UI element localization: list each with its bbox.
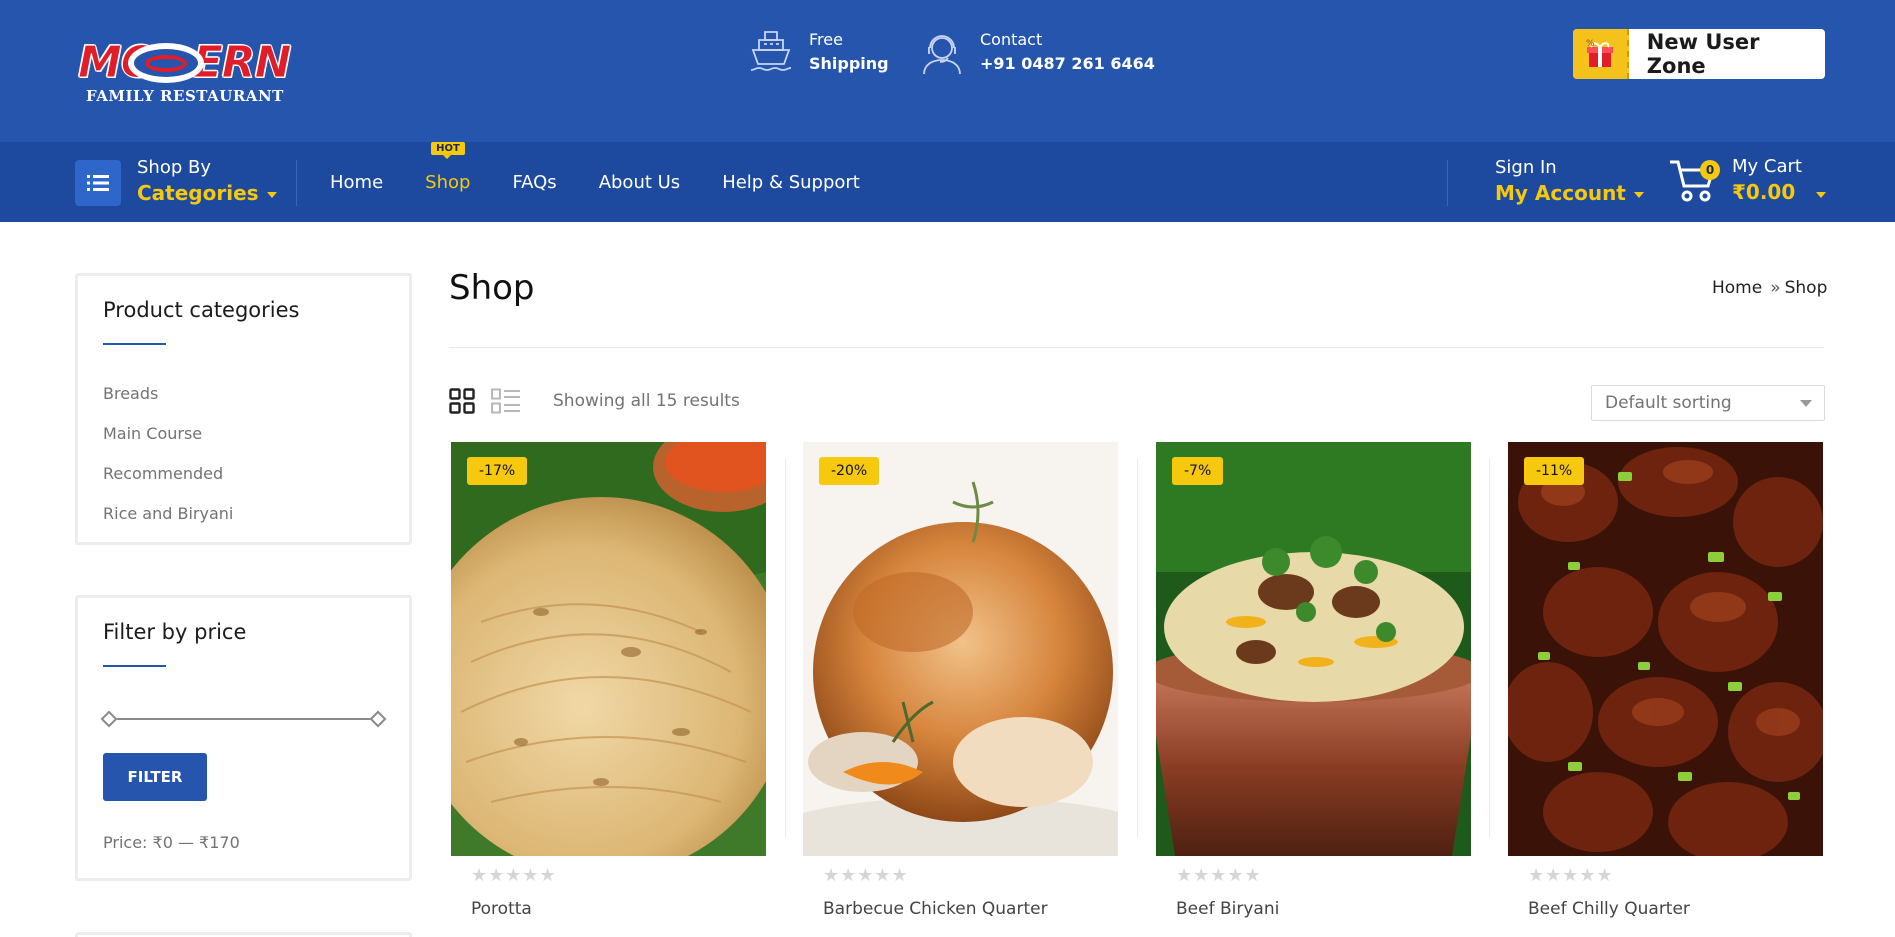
shop-by-label: Shop By — [137, 157, 211, 178]
categories-label: Categories — [137, 181, 259, 205]
sidebar-widget — [75, 932, 412, 937]
category-link[interactable]: Main Course — [103, 414, 233, 454]
main-navbar: Shop By Categories Home HOT Shop FAQs Abo… — [0, 141, 1895, 222]
breadcrumb: Home » Shop — [1712, 278, 1827, 298]
shipping-line2: Shipping — [809, 54, 889, 73]
chevron-down-icon — [1633, 191, 1644, 198]
product-image[interactable]: -17% — [451, 442, 766, 856]
contact-phone[interactable]: +91 0487 261 6464 — [980, 52, 1155, 76]
product-card[interactable]: -20% ★★★★★ Barbecue Chicken Quarter — [803, 442, 1118, 937]
list-view-icon[interactable] — [491, 388, 521, 414]
price-max-handle[interactable] — [369, 710, 387, 728]
logo-subtitle: FAMILY RESTAURANT — [86, 87, 284, 105]
svg-text:%: % — [1586, 39, 1595, 49]
categories-menu-button[interactable] — [75, 160, 121, 206]
product-separator — [1137, 458, 1138, 838]
chevron-down-icon — [1816, 192, 1826, 198]
results-count: Showing all 15 results — [553, 391, 740, 411]
product-image[interactable]: -11% — [1508, 442, 1823, 856]
nav-link-home[interactable]: Home — [330, 172, 383, 193]
discount-badge: -17% — [467, 457, 528, 485]
chevron-down-icon — [266, 191, 277, 198]
contact-info[interactable]: Contact +91 0487 261 6464 — [918, 28, 1155, 76]
new-user-zone-button[interactable]: % New User Zone — [1573, 29, 1825, 79]
chevron-down-icon — [1800, 400, 1812, 407]
category-link[interactable]: Breads — [103, 374, 233, 414]
product-image[interactable]: -20% — [803, 442, 1118, 856]
discount-badge: -7% — [1172, 457, 1224, 485]
category-link[interactable]: Recommended — [103, 454, 233, 494]
free-shipping-info: Free Shipping — [747, 28, 889, 76]
product-categories-widget: Product categories Breads Main Course Re… — [75, 273, 412, 545]
price-filter-widget: Filter by price FILTER Price: ₹0 — ₹170 — [75, 595, 412, 881]
product-card[interactable]: -17% ★★★★★ Porotta — [451, 442, 766, 937]
list-menu-icon — [87, 175, 109, 191]
nav-link-help-support[interactable]: Help & Support — [722, 172, 860, 193]
widget-title: Filter by price — [103, 620, 247, 644]
grid-view-icon[interactable] — [449, 388, 475, 414]
nav-divider — [296, 160, 297, 206]
product-name[interactable]: Barbecue Chicken Quarter — [823, 899, 1048, 919]
nav-link-about-us[interactable]: About Us — [599, 172, 681, 193]
page-title: Shop — [449, 268, 535, 308]
my-account-label: My Account — [1495, 181, 1626, 205]
shop-by-categories-dropdown[interactable]: Shop By Categories — [137, 156, 277, 206]
star-rating: ★★★★★ — [823, 865, 909, 886]
category-list: Breads Main Course Recommended Rice and … — [103, 374, 233, 534]
gift-icon: % — [1573, 29, 1629, 79]
discount-badge: -20% — [819, 457, 880, 485]
restaurant-logo[interactable]: MODERN FAMILY RESTAURANT — [78, 39, 306, 110]
ship-icon — [750, 31, 792, 71]
sorting-select[interactable]: Default sorting — [1591, 385, 1825, 421]
title-underline — [103, 665, 166, 667]
product-separator — [785, 458, 786, 838]
logo-ring-graphic — [128, 43, 204, 83]
breadcrumb-home[interactable]: Home — [1712, 278, 1762, 298]
breadcrumb-current: Shop — [1784, 278, 1828, 298]
nav-divider — [1447, 160, 1448, 206]
cart-total: ₹0.00 — [1732, 180, 1796, 204]
sign-in-label: Sign In — [1495, 157, 1557, 178]
product-name[interactable]: Porotta — [471, 899, 532, 919]
cart-dropdown[interactable]: 0 My Cart ₹0.00 — [1668, 154, 1828, 210]
discount-badge: -11% — [1524, 457, 1585, 485]
new-user-zone-label: New User Zone — [1646, 30, 1760, 78]
nav-link-shop[interactable]: HOT Shop — [425, 141, 471, 193]
support-agent-icon — [923, 35, 961, 75]
nav-links: Home HOT Shop FAQs About Us Help & Suppor… — [330, 141, 902, 222]
hot-badge: HOT — [431, 141, 465, 159]
product-name[interactable]: Beef Biryani — [1176, 899, 1279, 919]
product-card[interactable]: -11% ★★★★★ Beef Chilly Quarter — [1508, 442, 1823, 937]
star-rating: ★★★★★ — [1176, 865, 1262, 886]
product-image[interactable]: -7% — [1156, 442, 1471, 856]
shipping-line1: Free — [809, 30, 843, 49]
product-separator — [1489, 458, 1490, 838]
filter-button[interactable]: FILTER — [103, 753, 207, 801]
price-range-text: Price: ₹0 — ₹170 — [103, 833, 240, 852]
contact-label: Contact — [980, 30, 1043, 49]
price-min-handle[interactable] — [100, 710, 118, 728]
star-rating: ★★★★★ — [1528, 865, 1614, 886]
nav-link-shop-label: Shop — [425, 171, 471, 193]
widget-title: Product categories — [103, 298, 300, 322]
price-range-track[interactable] — [108, 718, 378, 720]
nav-link-faqs[interactable]: FAQs — [512, 172, 556, 193]
product-card[interactable]: -7% ★★★★★ Beef Biryani — [1156, 442, 1471, 937]
title-underline — [103, 343, 166, 345]
star-rating: ★★★★★ — [471, 865, 557, 886]
category-link[interactable]: Rice and Biryani — [103, 494, 233, 534]
top-header: MODERN FAMILY RESTAURANT Free Shipping C… — [0, 0, 1895, 142]
sorting-value: Default sorting — [1605, 393, 1732, 413]
divider — [449, 347, 1824, 348]
account-dropdown[interactable]: Sign In My Account — [1495, 156, 1644, 206]
breadcrumb-separator: » — [1770, 278, 1781, 298]
my-cart-label: My Cart — [1732, 156, 1802, 177]
cart-count-badge: 0 — [1700, 160, 1720, 180]
product-name[interactable]: Beef Chilly Quarter — [1528, 899, 1690, 919]
